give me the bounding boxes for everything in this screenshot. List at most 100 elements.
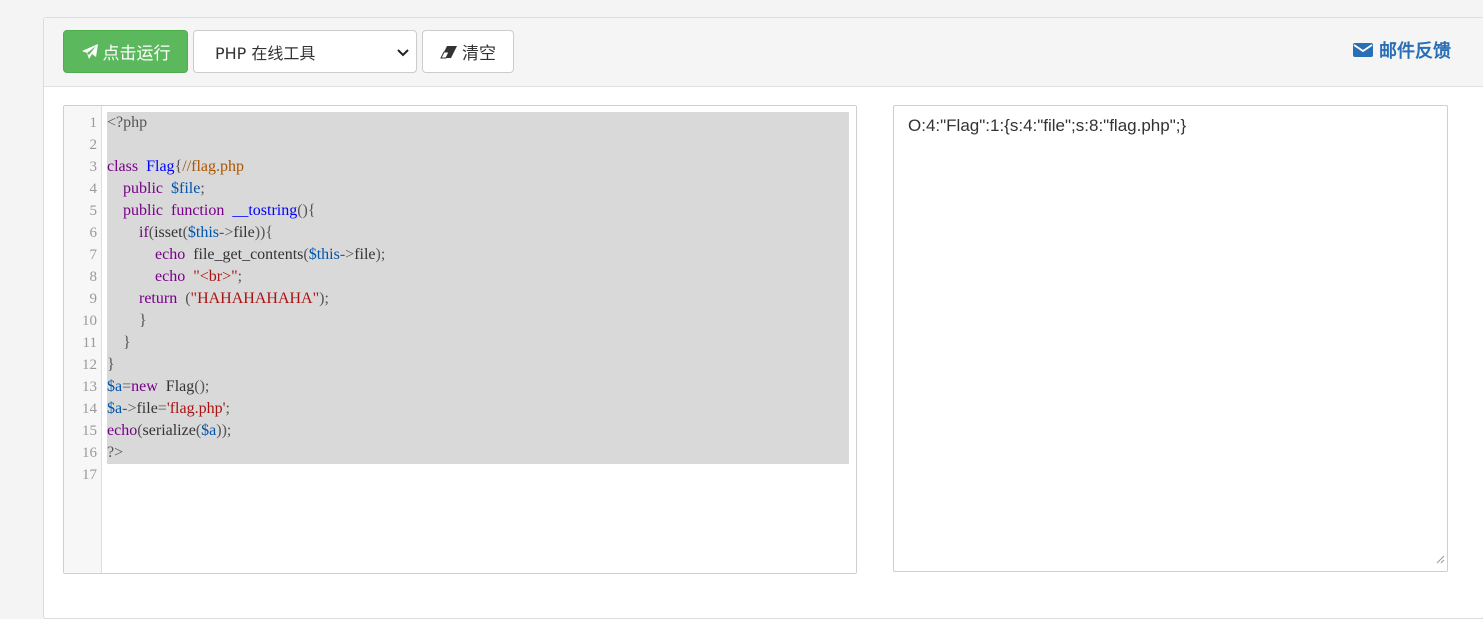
code-line: echo(serialize($a)); [107, 420, 850, 442]
code-line: } [107, 332, 850, 354]
code-token: -> [122, 400, 137, 417]
code-line: echo file_get_contents($this->file); [107, 244, 850, 266]
code-token: public [123, 202, 163, 219]
toolbar: 点击运行 PHP 在线工具 清空 邮件反馈 [44, 18, 1483, 87]
feedback-label: 邮件反馈 [1379, 41, 1451, 62]
code-token: return [139, 290, 178, 307]
code-token: ); [375, 246, 386, 263]
code-line: class Flag{//flag.php [107, 156, 850, 178]
line-number: 2 [89, 137, 98, 153]
line-number: 1 [89, 115, 98, 131]
code-token: __tostring [232, 202, 298, 219]
line-number: 15 [82, 423, 97, 439]
tool-select-value: PHP 在线工具 [215, 43, 316, 63]
code-line: return ("HAHAHAHAHA"); [107, 288, 850, 310]
code-token: } [123, 334, 131, 351]
line-number: 12 [82, 357, 97, 373]
resize-handle-icon[interactable] [1435, 549, 1445, 569]
clear-button[interactable]: 清空 [422, 30, 514, 73]
code-token: file [354, 246, 376, 263]
code-token: $file [171, 180, 201, 197]
code-token: $a [107, 400, 123, 417]
eraser-icon [440, 45, 458, 59]
code-token: -> [339, 246, 355, 263]
code-token: <?php [107, 114, 148, 131]
line-number: 16 [82, 445, 97, 461]
code-token: (); [194, 378, 210, 395]
email-feedback-link[interactable]: 邮件反馈 [1353, 37, 1451, 63]
line-number: 4 [89, 181, 98, 197]
code-token: )) [254, 224, 266, 241]
code-token: echo [155, 268, 186, 285]
clear-button-label: 清空 [462, 44, 496, 64]
code-token: $this [308, 246, 340, 263]
line-number: 17 [82, 467, 97, 483]
line-number: 11 [82, 335, 97, 351]
code-line: ?> [107, 442, 850, 464]
code-token: (){ [297, 202, 316, 219]
tool-select[interactable]: PHP 在线工具 [193, 30, 417, 73]
code-token: 'flag.php' [166, 400, 226, 417]
code-line: public function __tostring(){ [107, 200, 850, 222]
code-token: if [139, 224, 149, 241]
code-line: } [107, 354, 850, 376]
code-line: echo "<br>"; [107, 266, 850, 288]
code-token: } [107, 356, 115, 373]
code-token: "HAHAHAHAHA" [190, 290, 320, 307]
code-token: "<br>" [193, 268, 238, 285]
code-token: -> [219, 224, 234, 241]
code-token: serialize [142, 422, 196, 439]
code-token: = [122, 378, 132, 395]
code-token: ); [319, 290, 329, 307]
code-line: } [107, 310, 850, 332]
code-token: $this [187, 224, 220, 241]
run-button-label: 点击运行 [102, 44, 171, 64]
output-area[interactable]: O:4:"Flag":1:{s:4:"file";s:8:"flag.php";… [893, 105, 1448, 572]
code-token: { [265, 224, 274, 241]
code-lines: <?php class Flag{//flag.php public $file… [107, 112, 850, 486]
chevron-down-icon [396, 44, 410, 63]
code-token: file [233, 224, 255, 241]
line-number: 13 [82, 379, 97, 395]
code-token: //flag.php [182, 158, 245, 175]
code-line: <?php [107, 112, 850, 134]
code-token: file_get_contents [185, 246, 304, 263]
code-token: ?> [107, 444, 124, 461]
line-number: 3 [89, 159, 98, 175]
code-token: public [123, 180, 163, 197]
code-token: $a [107, 378, 123, 395]
code-token: new [131, 378, 158, 395]
output-text: O:4:"Flag":1:{s:4:"file";s:8:"flag.php";… [908, 116, 1187, 135]
code-line: $a->file='flag.php'; [107, 398, 850, 420]
envelope-icon [1353, 42, 1373, 58]
line-number: 6 [89, 225, 98, 241]
code-editor[interactable]: 1 2 3 4 5 6 7 8 9 10 11 12 13 14 15 16 17 <?php class Fl… [63, 105, 857, 574]
code-token: ; [237, 268, 243, 285]
code-line: public $file; [107, 178, 850, 200]
code-token: ; [225, 400, 230, 417]
line-number: 14 [82, 401, 97, 417]
line-number: 7 [89, 247, 98, 263]
code-token: Flag [157, 378, 195, 395]
code-token: file [136, 400, 158, 417]
code-token: echo [155, 246, 186, 263]
run-button[interactable]: 点击运行 [63, 30, 188, 73]
code-line: $a=new Flag(); [107, 376, 850, 398]
code-token: )); [216, 422, 232, 439]
code-line: if(isset($this->file)){ [107, 222, 850, 244]
code-token: = [157, 400, 167, 417]
line-number: 8 [89, 269, 98, 285]
code-area[interactable]: <?php class Flag{//flag.php public $file… [107, 112, 850, 486]
